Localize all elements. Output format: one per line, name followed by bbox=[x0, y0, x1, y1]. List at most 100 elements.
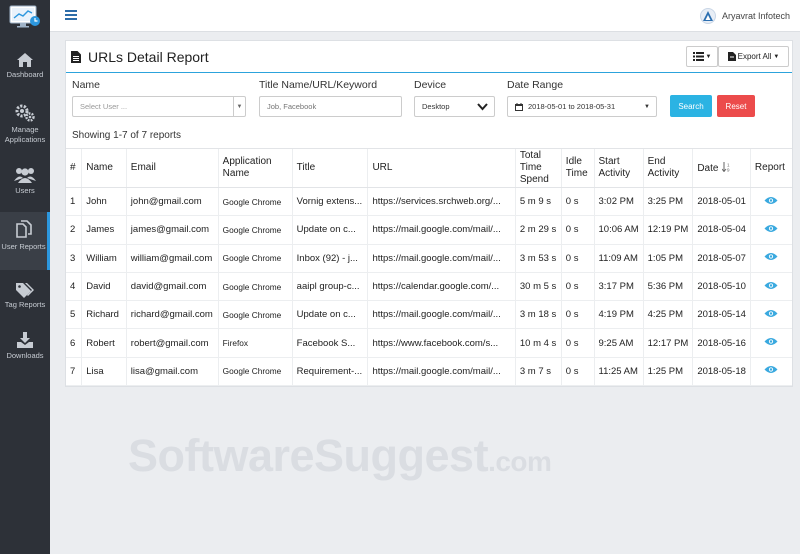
cell-total: 5 m 9 s bbox=[514, 187, 562, 217]
cell-date: 2018-05-04 bbox=[692, 215, 751, 245]
cell-url: https://mail.google.com/mail/... bbox=[367, 357, 516, 387]
table-row: 4 David david@gmail.com Google Chrome aaipl … bbox=[66, 272, 792, 302]
sidebar-item-manage-applications[interactable]: Manage Applications bbox=[0, 103, 50, 149]
cell-email: james@gmail.com bbox=[125, 215, 219, 245]
caret-down-icon: ▼ bbox=[773, 53, 780, 60]
view-report-eye-icon[interactable] bbox=[764, 252, 778, 264]
col-header-start-activity[interactable]: Start Activity bbox=[593, 148, 644, 188]
app-logo[interactable] bbox=[0, 0, 50, 32]
cell-start: 10:06 AM bbox=[593, 215, 644, 245]
user-select[interactable]: Select User ... ▼ bbox=[72, 96, 246, 117]
sidebar-item-users[interactable]: Users bbox=[0, 166, 50, 202]
cell-num: 2 bbox=[66, 215, 82, 245]
cell-total: 2 m 29 s bbox=[514, 215, 562, 245]
cell-idle: 0 s bbox=[560, 187, 594, 217]
search-button[interactable]: Search bbox=[670, 95, 712, 117]
sidebar-item-tag-reports[interactable]: Tag Reports bbox=[0, 282, 50, 316]
view-report-eye-icon[interactable] bbox=[764, 365, 778, 377]
top-bar: Aryavrat Infotech bbox=[50, 0, 800, 32]
tags-icon bbox=[16, 283, 34, 298]
col-header-url[interactable]: URL bbox=[367, 148, 516, 188]
col-header-email[interactable]: Email bbox=[125, 148, 219, 188]
cell-url: https://mail.google.com/mail/... bbox=[367, 244, 516, 273]
list-icon bbox=[692, 52, 704, 61]
cell-email: william@gmail.com bbox=[125, 244, 219, 273]
cell-title: Vornig extens... bbox=[291, 187, 368, 217]
col-header-application[interactable]: Application Name bbox=[217, 148, 293, 188]
company-name: Aryavrat Infotech bbox=[721, 11, 790, 21]
reset-button[interactable]: Reset bbox=[717, 95, 755, 117]
col-header-end-activity[interactable]: End Activity bbox=[642, 148, 693, 188]
cell-name: James bbox=[81, 215, 127, 245]
cell-app: Google Chrome bbox=[217, 300, 293, 330]
chevron-down-icon bbox=[477, 103, 488, 111]
caret-down-icon: ▼ bbox=[705, 53, 712, 60]
cell-url: https://mail.google.com/mail/... bbox=[367, 215, 516, 245]
cell-num: 4 bbox=[66, 272, 82, 302]
view-report-eye-icon[interactable] bbox=[764, 309, 778, 321]
cell-report bbox=[749, 357, 792, 387]
cell-title: Update on c... bbox=[291, 300, 368, 330]
file-text-icon bbox=[71, 51, 81, 63]
cell-date: 2018-05-07 bbox=[692, 244, 751, 273]
cell-num: 1 bbox=[66, 187, 82, 217]
view-report-eye-icon[interactable] bbox=[764, 224, 778, 236]
cell-app: Google Chrome bbox=[217, 187, 293, 217]
title-keyword-input[interactable] bbox=[259, 96, 402, 117]
cell-end: 1:05 PM bbox=[642, 244, 693, 273]
watermark-main: SoftwareSuggest bbox=[128, 430, 489, 481]
table-row: 1 John john@gmail.com Google Chrome Vornig e… bbox=[66, 187, 792, 217]
col-header-title[interactable]: Title bbox=[291, 148, 368, 188]
monitor-chart-logo-icon bbox=[9, 5, 40, 28]
title-filter-label: Title Name/URL/Keyword bbox=[259, 79, 378, 91]
table-header-row: # Name Email Application Name Title URL … bbox=[66, 148, 792, 188]
home-icon bbox=[17, 53, 33, 67]
col-header-date-label: Date bbox=[697, 162, 719, 174]
cell-app: Firefox bbox=[217, 328, 293, 358]
cell-report bbox=[749, 215, 792, 245]
export-all-label: Export All bbox=[737, 52, 772, 61]
col-header-date[interactable]: Date 1 9 bbox=[692, 148, 751, 188]
sidebar-item-user-reports[interactable]: User Reports bbox=[0, 212, 50, 270]
export-all-button[interactable]: Export All ▼ bbox=[718, 46, 789, 67]
view-report-eye-icon[interactable] bbox=[764, 196, 778, 208]
sidebar-item-downloads[interactable]: Downloads bbox=[0, 331, 50, 365]
sidebar-item-label: Downloads bbox=[6, 351, 44, 360]
cell-title: Update on c... bbox=[291, 215, 368, 245]
cell-idle: 0 s bbox=[560, 272, 594, 302]
cell-name: Richard bbox=[81, 300, 127, 330]
sort-ascending-icon: 1 9 bbox=[721, 161, 730, 172]
cell-email: richard@gmail.com bbox=[125, 300, 219, 330]
date-range-picker[interactable]: 2018-05-01 to 2018-05-31 ▼ bbox=[507, 96, 657, 117]
menu-toggle-icon[interactable] bbox=[65, 10, 77, 20]
cell-total: 3 m 7 s bbox=[514, 357, 562, 387]
sidebar-item-label: User Reports bbox=[1, 242, 46, 251]
device-select[interactable]: Desktop bbox=[414, 96, 495, 117]
cell-end: 12:19 PM bbox=[642, 215, 693, 245]
cell-total: 3 m 18 s bbox=[514, 300, 562, 330]
cell-start: 9:25 AM bbox=[593, 328, 644, 358]
col-header-report: Report bbox=[749, 148, 792, 188]
cell-total: 10 m 4 s bbox=[514, 328, 562, 358]
col-header-name[interactable]: Name bbox=[81, 148, 127, 188]
view-report-eye-icon[interactable] bbox=[764, 281, 778, 293]
cell-end: 5:36 PM bbox=[642, 272, 693, 302]
cell-url: https://services.srchweb.org/... bbox=[367, 187, 516, 217]
cell-start: 3:02 PM bbox=[593, 187, 644, 217]
date-range-value: 2018-05-01 to 2018-05-31 bbox=[528, 102, 616, 111]
cell-email: lisa@gmail.com bbox=[125, 357, 219, 387]
cell-idle: 0 s bbox=[560, 300, 594, 330]
sidebar-item-dashboard[interactable]: Dashboard bbox=[0, 52, 50, 88]
table-row: 6 Robert robert@gmail.com Firefox Facebook S… bbox=[66, 328, 792, 358]
cell-start: 3:17 PM bbox=[593, 272, 644, 302]
columns-toggle-button[interactable]: ▼ bbox=[686, 46, 718, 67]
cell-url: https://mail.google.com/mail/... bbox=[367, 300, 516, 330]
col-header-idle-time[interactable]: Idle Time bbox=[560, 148, 594, 188]
sidebar-item-label: Manage Applications bbox=[4, 125, 46, 144]
cell-name: William bbox=[81, 244, 127, 273]
cell-name: Robert bbox=[81, 328, 127, 358]
col-header-total-time[interactable]: Total Time Spend bbox=[514, 148, 562, 188]
company-menu[interactable]: Aryavrat Infotech bbox=[699, 8, 790, 24]
view-report-eye-icon[interactable] bbox=[764, 337, 778, 349]
cell-num: 6 bbox=[66, 328, 82, 358]
